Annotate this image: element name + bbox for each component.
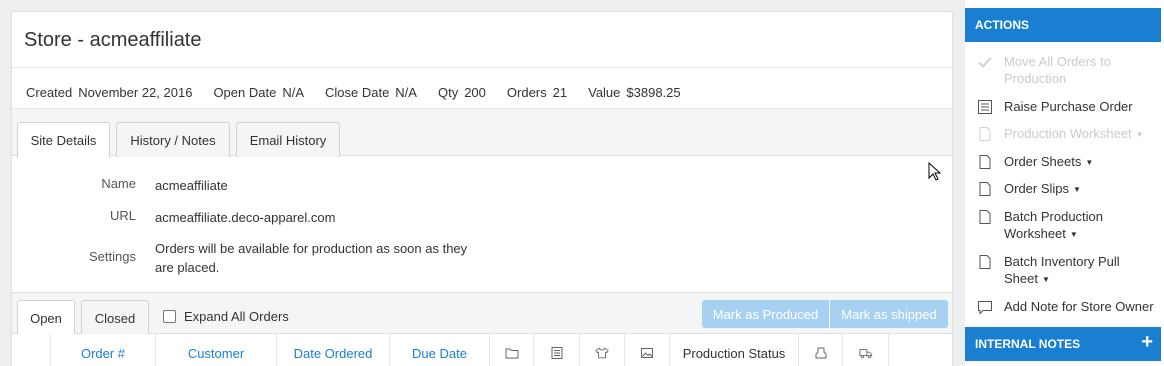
file-icon — [979, 210, 991, 224]
tab-site-details[interactable]: Site Details — [17, 122, 110, 158]
file-icon — [979, 255, 991, 269]
caret-down-icon: ▼ — [1069, 230, 1078, 240]
page-title: Store - acmeaffiliate — [24, 29, 202, 51]
tab-closed-orders[interactable]: Closed — [81, 300, 149, 335]
mark-shipped-button[interactable]: Mark as shipped — [830, 300, 948, 328]
stamp-icon — [798, 334, 842, 366]
expand-all-toggle[interactable]: Expand All Orders — [163, 309, 289, 324]
name-label: Name — [101, 176, 136, 191]
col-due-date[interactable]: Due Date — [389, 334, 489, 366]
table-header-end — [888, 334, 889, 366]
settings-label: Settings — [89, 249, 136, 264]
divider — [12, 67, 952, 68]
stat-value: Value $3898.25 — [588, 85, 681, 100]
store-panel: Store - acmeaffiliate Created November 22… — [11, 11, 953, 366]
shirt-icon — [579, 334, 624, 366]
col-customer[interactable]: Customer — [155, 334, 276, 366]
stat-created: Created November 22, 2016 — [26, 85, 193, 100]
tab-email-history[interactable]: Email History — [236, 122, 340, 157]
file-icon — [979, 127, 991, 141]
actions-sidebar: ACTIONS Move All Orders to Production Ra… — [965, 0, 1164, 366]
plus-icon[interactable]: + — [1141, 332, 1153, 352]
truck-icon — [842, 334, 888, 366]
url-label: URL — [109, 208, 136, 223]
orders-toolbar: Open Closed Expand All Orders Mark as Pr… — [12, 292, 952, 336]
tab-history-notes[interactable]: History / Notes — [116, 122, 230, 157]
document-icon — [533, 334, 579, 366]
caret-down-icon: ▼ — [1041, 275, 1050, 285]
orders-table-header: Order # Customer Date Ordered Due Date P… — [12, 334, 952, 366]
check-icon — [978, 56, 992, 68]
url-value: acmeaffiliate.deco-apparel.com — [155, 210, 336, 225]
col-production-status[interactable]: Production Status — [669, 334, 798, 366]
caret-down-icon: ▼ — [1085, 158, 1094, 168]
file-icon — [979, 182, 991, 196]
stat-orders: Orders 21 — [506, 85, 568, 100]
tab-open-orders[interactable]: Open — [17, 300, 75, 336]
list-icon — [978, 100, 992, 114]
col-date-ordered[interactable]: Date Ordered — [276, 334, 389, 366]
internal-notes-header: INTERNAL NOTES + — [965, 327, 1161, 361]
comment-icon — [978, 301, 992, 315]
caret-down-icon: ▼ — [1073, 185, 1081, 195]
stat-open-date: Open Date N/A — [213, 85, 304, 100]
expand-all-label: Expand All Orders — [184, 309, 289, 324]
file-icon — [979, 155, 991, 169]
stat-qty: Qty 200 — [437, 85, 486, 100]
mark-produced-button[interactable]: Mark as Produced — [702, 300, 829, 328]
store-stats: Created November 22, 2016 Open Date N/A Cl… — [26, 85, 702, 100]
detail-tabs: Site Details History / Notes Email Histo… — [12, 108, 952, 158]
mouse-cursor-icon — [928, 161, 942, 182]
caret-down-icon: ▼ — [1135, 130, 1144, 140]
stat-close-date: Close Date N/A — [324, 85, 417, 100]
settings-value: Orders will be available for production … — [155, 241, 468, 275]
expand-all-checkbox[interactable] — [163, 310, 176, 323]
image-icon — [624, 334, 669, 366]
folder-icon — [489, 334, 533, 366]
actions-header: ACTIONS — [965, 8, 1161, 42]
name-value: acmeaffiliate — [155, 178, 228, 193]
col-order-number[interactable]: Order # — [50, 334, 155, 366]
